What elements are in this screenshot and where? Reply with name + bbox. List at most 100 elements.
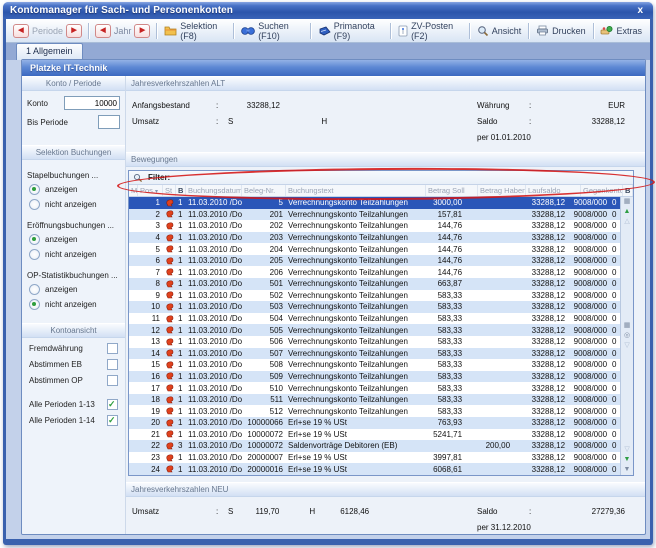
checkbox-icon[interactable]: [107, 359, 118, 370]
alle-perioden-14-row[interactable]: Alle Perioden 1-14: [22, 410, 125, 426]
radio-icon[interactable]: [29, 299, 40, 310]
table-row[interactable]: 24111.03.2010 /Do20000016Erl+se 19 % USt…: [129, 463, 620, 475]
table-row[interactable]: 18111.03.2010 /Do511Verrechnungskonto Te…: [129, 394, 620, 406]
radio-icon[interactable]: [29, 249, 40, 260]
col-st[interactable]: St: [163, 185, 176, 196]
scroll-down-icon[interactable]: ▼: [624, 455, 631, 465]
table-row[interactable]: 7111.03.2010 /Do206Verrechnungskonto Tei…: [129, 266, 620, 278]
zv-posten-button[interactable]: ZV-Posten (F2): [393, 19, 467, 43]
col-beleg-nr[interactable]: Beleg-Nr.: [242, 185, 286, 196]
col-gegenkonto[interactable]: Gegenkonto: [581, 185, 623, 196]
table-row[interactable]: 1111.03.2010 /Do5Verrechnungskonto Teilz…: [129, 197, 620, 209]
alle-perioden-13-row[interactable]: Alle Perioden 1-13: [22, 394, 125, 410]
cell-pos: 7: [138, 268, 163, 277]
waehrung-label: Währung: [477, 101, 529, 110]
radio-eroeffnung-anzeigen[interactable]: anzeigen: [22, 230, 125, 245]
table-row[interactable]: 2111.03.2010 /Do201Verrechnungskonto Tei…: [129, 209, 620, 221]
cell-b2: 0: [610, 302, 620, 311]
toolbar-separator: [593, 23, 594, 39]
table-row[interactable]: 23111.03.2010 /Do20000007Erl+se 19 % USt…: [129, 452, 620, 464]
copy-grid-icon[interactable]: ▦: [624, 197, 631, 207]
cell-saldo: 33288,12: [513, 268, 568, 277]
col-m[interactable]: M: [129, 185, 138, 196]
close-icon[interactable]: x: [634, 5, 646, 16]
scroll-up-icon[interactable]: ▲: [624, 207, 631, 217]
col-pos[interactable]: Pos.▾: [138, 185, 163, 196]
table-row[interactable]: 16111.03.2010 /Do509Verrechnungskonto Te…: [129, 371, 620, 383]
cell-text: Verrechnungskonto Teilzahlungen: [286, 245, 413, 254]
radio-eroeffnung-nicht-anzeigen[interactable]: nicht anzeigen: [22, 245, 125, 260]
cell-datum: 11.03.2010 /Do: [186, 384, 242, 393]
cell-pos: 10: [138, 302, 163, 311]
table-row[interactable]: 12111.03.2010 /Do505Verrechnungskonto Te…: [129, 324, 620, 336]
cell-saldo: 33288,12: [513, 360, 568, 369]
col-betrag-haben[interactable]: Betrag Haben: [478, 185, 526, 196]
checkbox-icon[interactable]: [107, 415, 118, 426]
tab-allgemein[interactable]: 1 Allgemein: [16, 43, 83, 60]
periode-next-icon[interactable]: ▶: [66, 24, 82, 38]
table-row[interactable]: 22311.03.2010 /Do10000072Saldenvorträge …: [129, 440, 620, 452]
table-row[interactable]: 17111.03.2010 /Do510Verrechnungskonto Te…: [129, 382, 620, 394]
bis-periode-input[interactable]: [98, 115, 120, 129]
table-row[interactable]: 14111.03.2010 /Do507Verrechnungskonto Te…: [129, 348, 620, 360]
table-row[interactable]: 4111.03.2010 /Do203Verrechnungskonto Tei…: [129, 232, 620, 244]
radio-icon[interactable]: [29, 199, 40, 210]
col-laufsaldo[interactable]: Laufsaldo: [526, 185, 581, 196]
table-row[interactable]: 15111.03.2010 /Do508Verrechnungskonto Te…: [129, 359, 620, 371]
filter-funnel-icon[interactable]: ▽: [624, 341, 629, 351]
zoom-icon[interactable]: ◎: [624, 331, 630, 341]
col-buchungstext[interactable]: Buchungstext: [286, 185, 426, 196]
table-row[interactable]: 13111.03.2010 /Do506Verrechnungskonto Te…: [129, 336, 620, 348]
radio-op-anzeigen[interactable]: anzeigen: [22, 280, 125, 295]
abstimmen-eb-row[interactable]: Abstimmen EB: [22, 354, 125, 370]
radio-label: anzeigen: [45, 285, 77, 294]
table-row[interactable]: 21111.03.2010 /Do10000072Erl+se 19 % USt…: [129, 429, 620, 441]
ansicht-button[interactable]: Ansicht: [472, 23, 527, 39]
table-row[interactable]: 20111.03.2010 /Do10000066Erl+se 19 % USt…: [129, 417, 620, 429]
table-row[interactable]: 10111.03.2010 /Do503Verrechnungskonto Te…: [129, 301, 620, 313]
col-buchungsdatum[interactable]: Buchungsdatum: [186, 185, 242, 196]
radio-op-nicht-anzeigen[interactable]: nicht anzeigen: [22, 295, 125, 310]
table-row[interactable]: 8111.03.2010 /Do501Verrechnungskonto Tei…: [129, 278, 620, 290]
page-down-icon[interactable]: ▽: [624, 445, 629, 455]
radio-icon[interactable]: [29, 234, 40, 245]
konto-input[interactable]: [64, 96, 120, 110]
table-row[interactable]: 5111.03.2010 /Do204Verrechnungskonto Tei…: [129, 243, 620, 255]
table-row[interactable]: 11111.03.2010 /Do504Verrechnungskonto Te…: [129, 313, 620, 325]
page-up-icon[interactable]: △: [624, 217, 629, 227]
abstimmen-op-row[interactable]: Abstimmen OP: [22, 370, 125, 386]
extras-button[interactable]: Extras: [595, 23, 647, 38]
drucken-button[interactable]: Drucken: [531, 23, 591, 38]
colon: :: [216, 101, 224, 110]
toolbar: ◀ Periode ▶ ◀ Jahr ▶ Selektion (F8) Such…: [6, 19, 650, 43]
jahr-prev-icon[interactable]: ◀: [95, 24, 111, 38]
table-row[interactable]: 6111.03.2010 /Do205Verrechnungskonto Tei…: [129, 255, 620, 267]
cell-gegen: 9008/000: [568, 384, 610, 393]
col-b2[interactable]: B: [623, 185, 633, 196]
table-row[interactable]: 9111.03.2010 /Do502Verrechnungskonto Tei…: [129, 290, 620, 302]
col-betrag-soll[interactable]: Betrag Soll: [426, 185, 478, 196]
table-row[interactable]: 19111.03.2010 /Do512Verrechnungskonto Te…: [129, 405, 620, 417]
filter-row[interactable]: Filter:: [129, 171, 633, 185]
periode-prev-icon[interactable]: ◀: [13, 24, 29, 38]
radio-stapel-nicht-anzeigen[interactable]: nicht anzeigen: [22, 195, 125, 210]
tab-strip: 1 Allgemein: [6, 43, 650, 60]
jahr-next-icon[interactable]: ▶: [134, 24, 150, 38]
last-row-icon[interactable]: ▼: [624, 465, 631, 475]
checkbox-icon[interactable]: [107, 375, 118, 386]
view-grid-icon[interactable]: ▦: [624, 321, 631, 331]
selektion-button[interactable]: Selektion (F8): [159, 19, 231, 43]
cell-saldo: 33288,12: [513, 302, 568, 311]
title-bar[interactable]: Kontomanager für Sach- und Personenkonte…: [3, 2, 653, 19]
checkbox-icon[interactable]: [107, 399, 118, 410]
primanota-button[interactable]: Primanota (F9): [313, 19, 389, 43]
radio-icon[interactable]: [29, 284, 40, 295]
suchen-button[interactable]: Suchen (F10): [236, 19, 308, 43]
fremdwaehrung-row[interactable]: Fremdwährung: [22, 338, 125, 354]
checkbox-icon[interactable]: [107, 343, 118, 354]
col-b[interactable]: B: [176, 185, 186, 196]
radio-stapel-anzeigen[interactable]: anzeigen: [22, 180, 125, 195]
table-row[interactable]: 3111.03.2010 /Do202Verrechnungskonto Tei…: [129, 220, 620, 232]
table-header[interactable]: M Pos.▾ St B Buchungsdatum Beleg-Nr. Buc…: [129, 185, 633, 197]
radio-icon[interactable]: [29, 184, 40, 195]
